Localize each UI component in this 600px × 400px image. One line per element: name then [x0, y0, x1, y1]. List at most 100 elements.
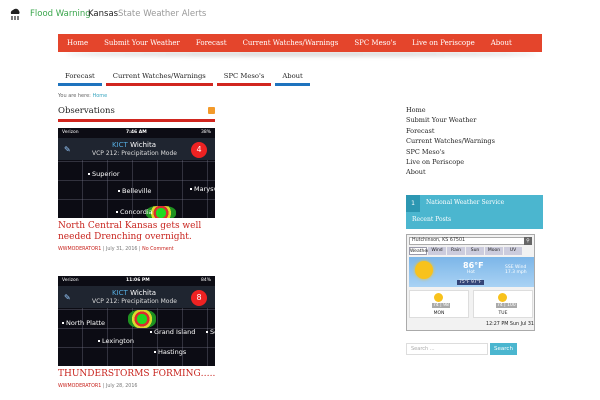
radar-map: North Platte Grand Island Lexington Hast… — [58, 308, 215, 366]
current-condition: Hot — [467, 270, 475, 275]
search-icon[interactable]: ⚲ — [524, 237, 532, 245]
post-image[interactable]: Verizon 11:06 PM 84% ✎ KICT Wichita VCP … — [58, 276, 215, 366]
forecast-day: 74 | 100 TUE — [473, 290, 533, 318]
sidebar-item-submit-weather[interactable]: Submit Your Weather — [406, 116, 495, 126]
high-low-temps: 75°F 97°F — [457, 280, 484, 285]
phone-time: 7:46 AM — [126, 130, 147, 135]
search-button[interactable]: Search — [490, 343, 517, 355]
tab-sun[interactable]: Sun — [466, 247, 484, 255]
alert-count-badge: 8 — [191, 290, 207, 306]
nav-item-periscope[interactable]: Live on Periscope — [404, 39, 483, 47]
tab-rain[interactable]: Rain — [447, 247, 465, 255]
nws-widget-title[interactable]: National Weather Service — [426, 199, 504, 206]
map-city-label: Lexington — [98, 337, 134, 345]
phone-status-bar: Verizon 7:46 AM 38% — [58, 128, 215, 138]
sun-icon — [498, 293, 507, 302]
cloud-rain-logo-icon[interactable] — [8, 7, 22, 21]
radar-map: Superior Belleville Marysvi Concordia — [58, 160, 215, 218]
station-code: KICT — [112, 289, 128, 297]
nav-item-home[interactable]: Home — [58, 39, 96, 47]
tab-moon[interactable]: Moon — [485, 247, 503, 255]
post-author-link[interactable]: WWMODERATOR1 — [58, 247, 101, 252]
phone-status-bar: Verizon 11:06 PM 84% — [58, 276, 215, 286]
tab-weather[interactable]: Weather — [409, 247, 429, 255]
nav-item-about[interactable]: About — [483, 39, 520, 47]
nws-widget: 1 National Weather Service Recent Posts — [406, 195, 543, 229]
post-meta: WWMODERATOR1 | July 31, 2016 | No Commen… — [58, 247, 174, 252]
subnav-item-forecast[interactable]: Forecast — [58, 70, 102, 86]
sidebar-item-watches-warnings[interactable]: Current Watches/Warnings — [406, 137, 495, 147]
sidebar-menu: Home Submit Your Weather Forecast Curren… — [406, 106, 495, 179]
radar-mode: VCP 212: Precipitation Mode — [92, 150, 177, 157]
map-city-label: Superior — [88, 170, 120, 178]
radar-app-bar: ✎ KICT Wichita VCP 212: Precipitation Mo… — [58, 286, 215, 308]
weather-widget: Hutchinson, KS 67501 ⚲ Weather Wind Rain… — [406, 234, 535, 331]
map-city-label: Marysvi — [190, 185, 215, 193]
post-comments-link[interactable]: No Comment — [142, 247, 174, 252]
breadcrumb-prefix: You are here: — [58, 93, 91, 99]
post-title-link[interactable]: THUNDERSTORMS FORMING….. — [58, 369, 228, 380]
nws-tab-number[interactable]: 1 — [406, 195, 420, 212]
tab-wind[interactable]: Wind — [428, 247, 446, 255]
post-image[interactable]: Verizon 7:46 AM 38% ✎ KICT Wichita VCP 2… — [58, 128, 215, 218]
nav-item-submit-weather[interactable]: Submit Your Weather — [96, 39, 188, 47]
station-name: Wichita — [130, 141, 157, 149]
post-title-link[interactable]: North Central Kansas gets well needed Dr… — [58, 221, 228, 243]
carrier-label: Verizon — [62, 130, 79, 135]
day-temps: 74 | 100 — [496, 303, 517, 308]
station-code: KICT — [112, 141, 128, 149]
radar-station: KICT Wichita — [112, 141, 156, 149]
sidebar-item-home[interactable]: Home — [406, 106, 495, 116]
sidebar-item-about[interactable]: About — [406, 168, 495, 178]
section-title: Observations — [58, 106, 115, 116]
subnav-item-spc-meso[interactable]: SPC Meso's — [216, 70, 272, 86]
radar-station: KICT Wichita — [112, 289, 156, 297]
sun-icon — [434, 293, 443, 302]
sun-icon — [415, 261, 433, 279]
primary-nav: Home Submit Your Weather Forecast Curren… — [58, 34, 542, 52]
subnav-item-watches-warnings[interactable]: Current Watches/Warnings — [105, 70, 213, 86]
radar-app-bar: ✎ KICT Wichita VCP 212: Precipitation Mo… — [58, 138, 215, 160]
forecast-day: 74 | 98 MON — [409, 290, 469, 318]
sidebar-item-spc-meso[interactable]: SPC Meso's — [406, 148, 495, 158]
map-city-label: Grand Island — [150, 328, 195, 336]
pencil-icon: ✎ — [64, 293, 71, 302]
phone-time: 11:06 PM — [126, 278, 150, 283]
sidebar-item-periscope[interactable]: Live on Periscope — [406, 158, 495, 168]
site-title-link[interactable]: Flood Warning — [30, 9, 91, 19]
alert-count-badge: 4 — [191, 142, 207, 158]
battery-level: 84% — [200, 278, 211, 283]
day-temps: 74 | 98 — [432, 303, 450, 308]
map-city-label: Se — [206, 328, 215, 336]
kansas-link[interactable]: Kansas — [88, 9, 118, 19]
map-city-label: Belleville — [118, 187, 151, 195]
weather-location-field[interactable]: Hutchinson, KS 67501 — [409, 237, 525, 245]
station-name: Wichita — [130, 289, 157, 297]
post-date: July 31, 2016 — [105, 247, 138, 252]
radar-echo — [128, 310, 156, 328]
breadcrumb-home-link[interactable]: Home — [92, 93, 107, 99]
map-city-label: Hastings — [154, 348, 186, 356]
current-conditions: 86°F Hot SSE Wind 17.3 mph 75°F 97°F — [409, 257, 534, 287]
post-meta: WWMODERATOR1 | July 28, 2016 — [58, 384, 138, 389]
map-city-label: Concordia — [116, 208, 153, 216]
battery-level: 38% — [200, 130, 211, 135]
nav-item-watches-warnings[interactable]: Current Watches/Warnings — [235, 39, 347, 47]
sidebar-item-forecast[interactable]: Forecast — [406, 127, 495, 137]
post-author-link[interactable]: WWMODERATOR1 — [58, 384, 101, 389]
nav-item-spc-meso[interactable]: SPC Meso's — [346, 39, 404, 47]
pencil-icon: ✎ — [64, 145, 71, 154]
day-name: MON — [433, 311, 445, 316]
tab-uv[interactable]: UV — [504, 247, 522, 255]
weather-updated-time: 12:27 PM Sun Jul 31 — [486, 322, 534, 327]
recent-posts-heading: Recent Posts — [412, 216, 452, 223]
nav-item-forecast[interactable]: Forecast — [188, 39, 235, 47]
weather-tabs: Weather Wind Rain Sun Moon UV — [409, 247, 523, 255]
map-city-label: North Platte — [62, 319, 105, 327]
search-input[interactable]: Search ... — [406, 343, 488, 355]
subnav-item-about[interactable]: About — [275, 70, 310, 86]
rss-icon[interactable] — [208, 107, 215, 114]
secondary-nav: Forecast Current Watches/Warnings SPC Me… — [58, 70, 314, 86]
nav-shadow — [66, 52, 536, 56]
wind-readout: SSE Wind 17.3 mph — [505, 265, 527, 275]
